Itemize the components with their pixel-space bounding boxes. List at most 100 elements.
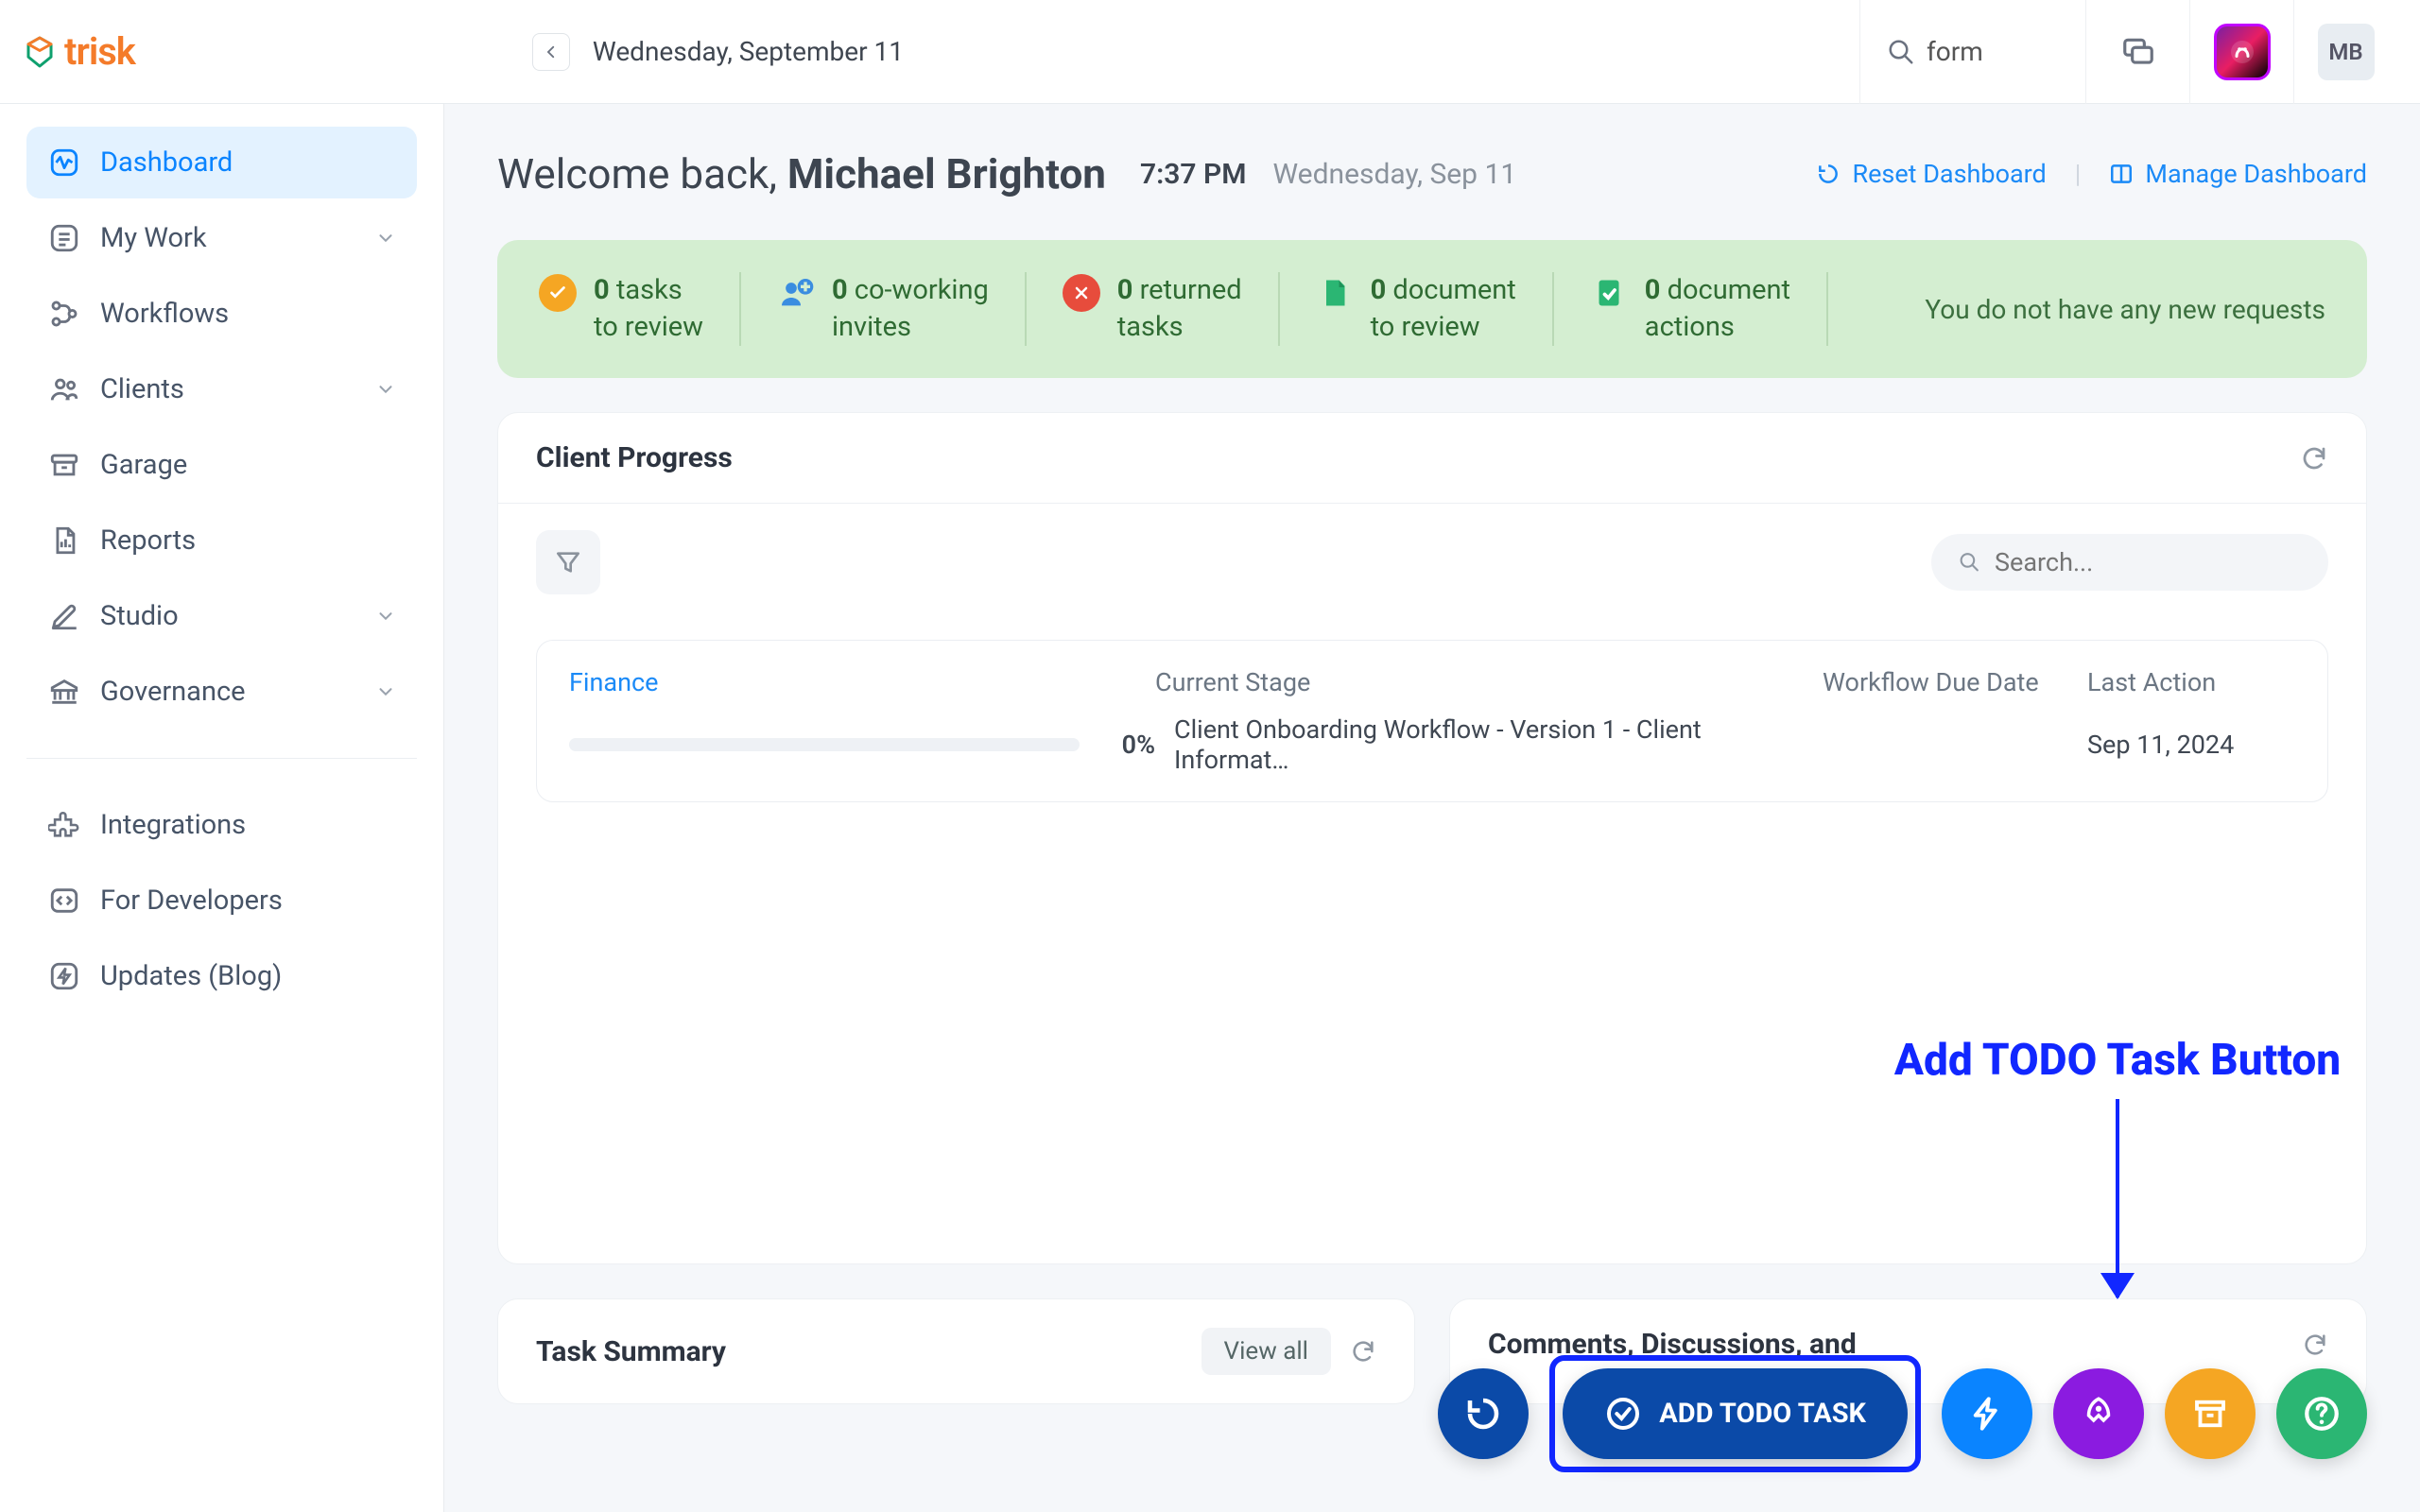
- header-date: Wednesday, September 11: [593, 36, 904, 67]
- status-document-to-review[interactable]: 0 documentto review: [1280, 272, 1554, 346]
- brand-text: trisk: [64, 29, 135, 74]
- progress-bar: [569, 738, 1080, 751]
- separator: |: [2075, 159, 2082, 189]
- document-icon: [47, 524, 81, 558]
- client-name-link[interactable]: Finance: [569, 667, 1136, 697]
- status-document-actions[interactable]: 0 documentactions: [1554, 272, 1828, 346]
- col-due-date: Workflow Due Date: [1823, 667, 2068, 697]
- undo-fab[interactable]: [1438, 1368, 1529, 1459]
- status-returned-tasks[interactable]: 0 returnedtasks: [1027, 272, 1280, 346]
- check-circle-icon: [1604, 1395, 1642, 1433]
- sidebar-item-label: Governance: [100, 676, 246, 708]
- sidebar-item-integrations[interactable]: Integrations: [26, 789, 417, 861]
- status-no-requests-message: You do not have any new requests: [1896, 294, 2325, 325]
- sidebar-item-mywork[interactable]: My Work: [26, 202, 417, 274]
- status-coworking-invites[interactable]: 0 co-workinginvites: [741, 272, 1027, 346]
- sidebar-item-label: My Work: [100, 222, 207, 254]
- people-icon: [47, 372, 81, 406]
- funnel-icon: [553, 547, 583, 577]
- add-todo-highlight-box: ADD TODO TASK: [1549, 1355, 1921, 1472]
- extension-button[interactable]: [2189, 0, 2293, 104]
- stage-text: Client Onboarding Workflow - Version 1 -…: [1174, 714, 1804, 775]
- last-action-value: Sep 11, 2024: [2087, 730, 2295, 760]
- people-add-icon: [777, 274, 815, 312]
- undo-icon: [1816, 162, 1841, 186]
- sidebar-item-label: Clients: [100, 373, 184, 405]
- extension-icon: [2214, 24, 2271, 80]
- sidebar-item-label: Integrations: [100, 809, 246, 841]
- bolt-icon: [1967, 1394, 2007, 1434]
- bank-icon: [47, 675, 81, 709]
- archive-icon: [47, 448, 81, 482]
- status-banner: 0 tasksto review 0 co-workinginvites 0 r…: [497, 240, 2367, 378]
- welcome-date: Wednesday, Sep 11: [1273, 158, 1517, 191]
- sidebar-item-label: Dashboard: [100, 146, 233, 179]
- question-icon: [2302, 1394, 2342, 1434]
- sidebar-item-developers[interactable]: For Developers: [26, 865, 417, 936]
- chat-bubbles-icon: [2120, 34, 2156, 70]
- code-icon: [47, 884, 81, 918]
- manage-dashboard-link[interactable]: Manage Dashboard: [2109, 159, 2367, 189]
- filter-button[interactable]: [536, 530, 600, 594]
- chevron-left-icon: [543, 43, 560, 60]
- sidebar-item-studio[interactable]: Studio: [26, 580, 417, 652]
- undo-icon: [1463, 1394, 1503, 1434]
- refresh-button[interactable]: [2300, 444, 2328, 472]
- sidebar-item-label: For Developers: [100, 885, 283, 917]
- welcome-row: Welcome back, Michael Brighton 7:37 PM W…: [497, 149, 2367, 198]
- manage-dashboard-label: Manage Dashboard: [2145, 159, 2367, 189]
- rocket-icon: [2079, 1394, 2118, 1434]
- document-check-icon: [1590, 274, 1628, 312]
- sidebar-item-dashboard[interactable]: Dashboard: [26, 127, 417, 198]
- search-input[interactable]: [1927, 36, 2059, 67]
- archive-fab[interactable]: [2165, 1368, 2256, 1459]
- client-progress-search-input[interactable]: [1995, 547, 2302, 577]
- pen-icon: [47, 599, 81, 633]
- chevron-down-icon: [375, 228, 396, 249]
- sidebar-item-clients[interactable]: Clients: [26, 353, 417, 425]
- quick-action-fab[interactable]: [1942, 1368, 2032, 1459]
- sidebar-item-label: Updates (Blog): [100, 960, 282, 992]
- sidebar-item-governance[interactable]: Governance: [26, 656, 417, 728]
- view-all-button[interactable]: View all: [1201, 1328, 1331, 1375]
- bolt-icon: [47, 959, 81, 993]
- welcome-name: Michael Brighton: [787, 149, 1106, 198]
- reset-dashboard-link[interactable]: Reset Dashboard: [1816, 159, 2046, 189]
- client-progress-search[interactable]: [1931, 534, 2328, 591]
- refresh-icon: [1350, 1338, 1376, 1365]
- main-content: Welcome back, Michael Brighton 7:37 PM W…: [444, 104, 2420, 1512]
- reset-dashboard-label: Reset Dashboard: [1852, 159, 2046, 189]
- fab-row: ADD TODO TASK: [1438, 1355, 2367, 1472]
- task-summary-title: Task Summary: [536, 1335, 726, 1368]
- refresh-icon: [2300, 444, 2328, 472]
- chevron-down-icon: [375, 379, 396, 400]
- check-circle-icon: [539, 274, 577, 312]
- status-tasks-to-review[interactable]: 0 tasksto review: [539, 272, 741, 346]
- add-todo-task-button[interactable]: ADD TODO TASK: [1563, 1368, 1908, 1459]
- sidebar-item-workflows[interactable]: Workflows: [26, 278, 417, 350]
- messages-button[interactable]: [2085, 0, 2189, 104]
- search-icon: [1958, 549, 1981, 576]
- sidebar-item-updates[interactable]: Updates (Blog): [26, 940, 417, 1012]
- collapse-sidebar-button[interactable]: [532, 33, 570, 71]
- brand-logo[interactable]: trisk: [23, 29, 135, 74]
- sidebar-divider: [26, 758, 417, 759]
- branch-icon: [47, 297, 81, 331]
- welcome-text: Welcome back, Michael Brighton: [497, 149, 1106, 198]
- help-fab[interactable]: [2276, 1368, 2367, 1459]
- refresh-button[interactable]: [1350, 1338, 1376, 1365]
- col-current-stage: Current Stage: [1155, 667, 1804, 697]
- refresh-button[interactable]: [2302, 1332, 2328, 1358]
- chevron-down-icon: [375, 681, 396, 702]
- progress-percent: 0%: [1098, 730, 1155, 760]
- sidebar-item-label: Studio: [100, 600, 179, 632]
- sidebar-item-garage[interactable]: Garage: [26, 429, 417, 501]
- chevron-down-icon: [375, 606, 396, 627]
- launch-fab[interactable]: [2053, 1368, 2144, 1459]
- col-last-action: Last Action: [2087, 667, 2295, 697]
- global-search[interactable]: [1859, 0, 2085, 104]
- user-avatar[interactable]: MB: [2293, 0, 2397, 104]
- client-progress-row[interactable]: Finance Current Stage Workflow Due Date …: [536, 640, 2328, 802]
- sidebar-item-reports[interactable]: Reports: [26, 505, 417, 576]
- avatar-initials: MB: [2318, 24, 2375, 80]
